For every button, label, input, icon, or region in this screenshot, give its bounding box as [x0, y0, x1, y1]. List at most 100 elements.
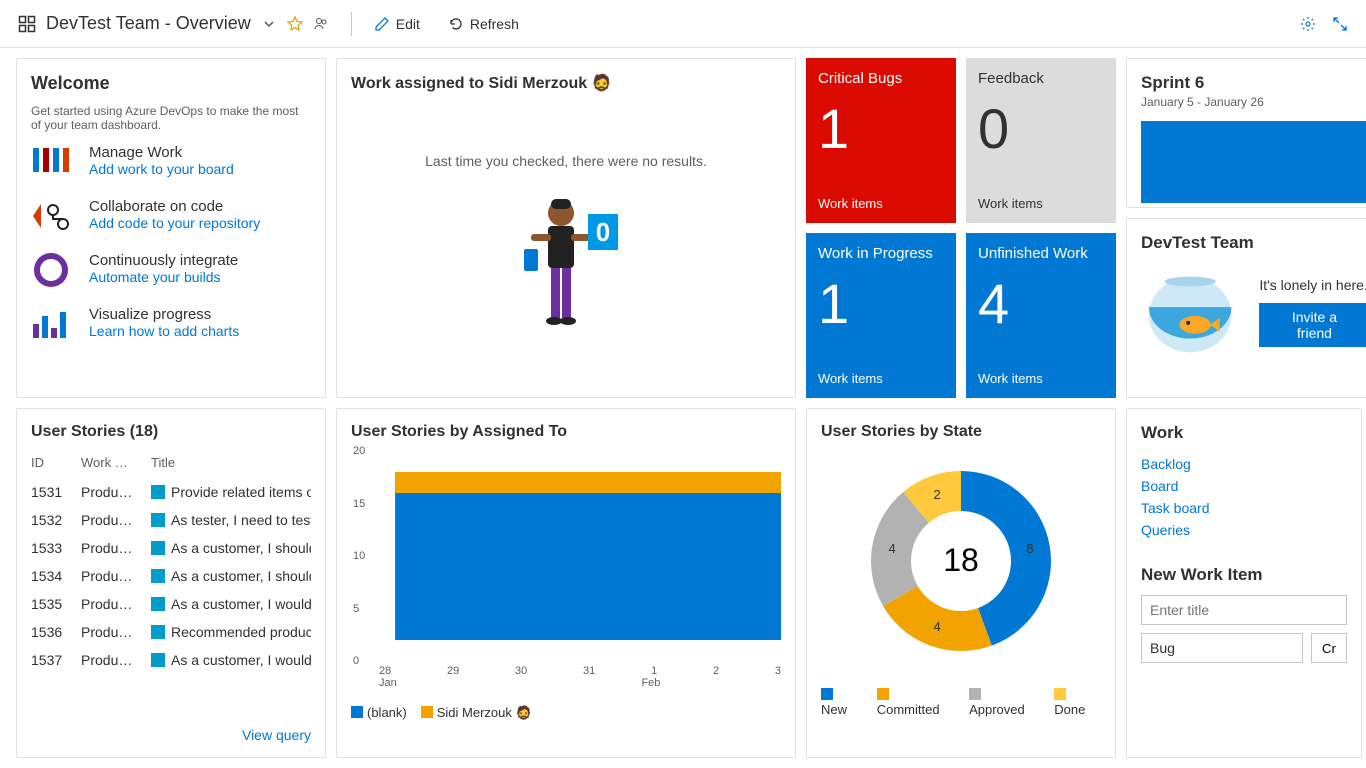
cell-id: 1535 [31, 596, 81, 612]
welcome-item-title: Collaborate on code [89, 198, 260, 215]
edit-button[interactable]: Edit [374, 16, 420, 32]
view-query-link[interactable]: View query [242, 727, 311, 743]
welcome-item-link[interactable]: Add code to your repository [89, 215, 260, 231]
table-row[interactable]: 1531 Produ… Provide related items or … N… [31, 478, 311, 506]
cell-worktype: Produ… [81, 624, 151, 640]
welcome-widget: Welcome Get started using Azure DevOps t… [16, 58, 326, 398]
ytick: 5 [353, 603, 359, 615]
xtick: 28 [379, 665, 391, 677]
donut-title: User Stories by State [821, 423, 1101, 441]
ytick: 20 [353, 445, 365, 457]
col-id[interactable]: ID [31, 455, 81, 470]
cell-id: 1536 [31, 624, 81, 640]
stories-title: User Stories (18) [31, 423, 311, 441]
team-icon[interactable] [313, 16, 329, 32]
tile-title: Work in Progress [818, 245, 944, 262]
tile-critical-bugs[interactable]: Critical Bugs 1 Work items [806, 58, 956, 223]
donut-legend: NewCommittedApprovedDone [821, 687, 1101, 717]
work-title: Work [1141, 423, 1347, 443]
welcome-item-link[interactable]: Add work to your board [89, 161, 234, 177]
dashboard-grid: Welcome Get started using Azure DevOps t… [0, 48, 1366, 768]
tile-work-in-progress[interactable]: Work in Progress 1 Work items [806, 233, 956, 398]
table-row[interactable]: 1533 Produ… As a customer, I should … Ne… [31, 534, 311, 562]
area-chart-title: User Stories by Assigned To [351, 423, 781, 441]
empty-figure-icon: 0 [506, 189, 626, 349]
chevron-down-icon[interactable] [261, 16, 277, 32]
welcome-item: Manage Work Add work to your board [31, 144, 311, 180]
work-item-icon [151, 597, 165, 611]
tile-feedback[interactable]: Feedback 0 Work items [966, 58, 1116, 223]
table-row[interactable]: 1532 Produ… As tester, I need to test t…… [31, 506, 311, 534]
area-chart-xmonths: Jan Feb [379, 677, 781, 689]
cell-id: 1531 [31, 484, 81, 500]
dashboard-title[interactable]: DevTest Team - Overview [46, 13, 251, 34]
cell-title: As a customer, I should … [151, 568, 311, 584]
area-chart: 05101520 [379, 451, 781, 661]
stories-widget: User Stories (18) ID Work … Title Assig…… [16, 408, 326, 758]
legend-blank: (blank) [351, 705, 407, 721]
work-item-icon [151, 485, 165, 499]
tile-title: Feedback [978, 70, 1104, 87]
cell-worktype: Produ… [81, 596, 151, 612]
welcome-item-icon [31, 198, 71, 234]
new-work-item-input[interactable] [1141, 595, 1347, 625]
tile-value: 4 [978, 270, 1104, 337]
welcome-title: Welcome [31, 73, 311, 94]
fullscreen-icon[interactable] [1332, 16, 1348, 32]
table-row[interactable]: 1535 Produ… As a customer, I would li… N… [31, 590, 311, 618]
work-link[interactable]: Task board [1141, 497, 1347, 519]
sprint-widget[interactable]: Sprint 6 January 5 - January 26 [1126, 58, 1366, 208]
tile-value: 1 [818, 270, 944, 337]
welcome-item-link[interactable]: Automate your builds [89, 269, 238, 285]
invite-friend-button[interactable]: Invite a friend [1259, 303, 1366, 347]
area-chart-legend: (blank) Sidi Merzouk 🧔 [351, 705, 781, 721]
star-icon[interactable] [287, 16, 303, 32]
team-widget: DevTest Team It's lonely in here. Invite… [1126, 218, 1366, 398]
welcome-item: Visualize progress Learn how to add char… [31, 306, 311, 342]
table-row[interactable]: 1537 Produ… As a customer, I would li… N… [31, 646, 311, 674]
cell-worktype: Produ… [81, 568, 151, 584]
xtick: 29 [447, 665, 459, 677]
tile-footer: Work items [818, 371, 883, 386]
cell-title: Recommended products… [151, 624, 311, 640]
donut-slice-label: 2 [933, 487, 940, 502]
create-button[interactable]: Cr [1311, 633, 1347, 663]
work-item-icon [151, 625, 165, 639]
cell-id: 1534 [31, 568, 81, 584]
welcome-item-title: Visualize progress [89, 306, 239, 323]
cell-id: 1532 [31, 512, 81, 528]
welcome-item: Continuously integrate Automate your bui… [31, 252, 311, 288]
cell-id: 1537 [31, 652, 81, 668]
donut-slice-label: 4 [933, 619, 940, 634]
welcome-item-link[interactable]: Learn how to add charts [89, 323, 239, 339]
xtick: 30 [515, 665, 527, 677]
refresh-icon [448, 16, 464, 32]
work-link[interactable]: Queries [1141, 519, 1347, 541]
work-link[interactable]: Board [1141, 475, 1347, 497]
sprint-title: Sprint 6 [1141, 73, 1366, 93]
tile-unfinished-work[interactable]: Unfinished Work 4 Work items [966, 233, 1116, 398]
refresh-button[interactable]: Refresh [448, 16, 519, 32]
pencil-icon [374, 16, 390, 32]
new-work-item-title: New Work Item [1141, 565, 1347, 585]
table-row[interactable]: 1534 Produ… As a customer, I should … Ne… [31, 562, 311, 590]
header-right [1300, 16, 1348, 32]
sprint-dates: January 5 - January 26 [1141, 95, 1366, 109]
new-work-item-type-select[interactable]: Bug [1141, 633, 1303, 663]
cell-title: As a customer, I would li… [151, 596, 311, 612]
col-title[interactable]: Title [151, 455, 326, 470]
work-link[interactable]: Backlog [1141, 453, 1347, 475]
legend-item: Done [1054, 687, 1101, 717]
cell-worktype: Produ… [81, 512, 151, 528]
tile-title: Critical Bugs [818, 70, 944, 87]
gear-icon[interactable] [1300, 16, 1316, 32]
tile-footer: Work items [978, 196, 1043, 211]
donut-chart: 8 4 4 218 [851, 451, 1071, 671]
welcome-item-icon [31, 144, 71, 180]
donut-total: 18 [943, 542, 979, 578]
assigned-message: Last time you checked, there were no res… [351, 153, 781, 169]
table-row[interactable]: 1536 Produ… Recommended products… New [31, 618, 311, 646]
welcome-item-title: Manage Work [89, 144, 234, 161]
stories-by-state-widget: User Stories by State 8 4 4 218 NewCommi… [806, 408, 1116, 758]
col-worktype[interactable]: Work … [81, 455, 151, 470]
